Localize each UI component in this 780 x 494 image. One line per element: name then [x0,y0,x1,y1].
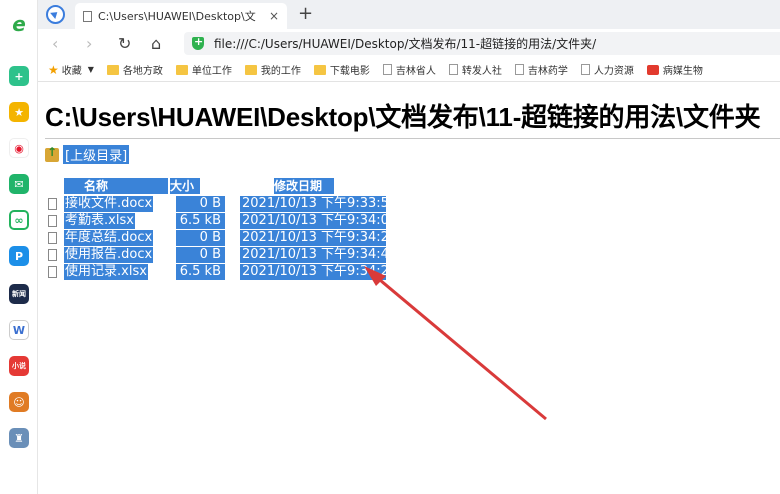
annotation-arrow [364,266,547,421]
browser-window: e + ★ ◉ ✉ ∞ P 新闻 W 小说 ☺ ♜ C:\Users\HUAWE… [0,0,780,494]
